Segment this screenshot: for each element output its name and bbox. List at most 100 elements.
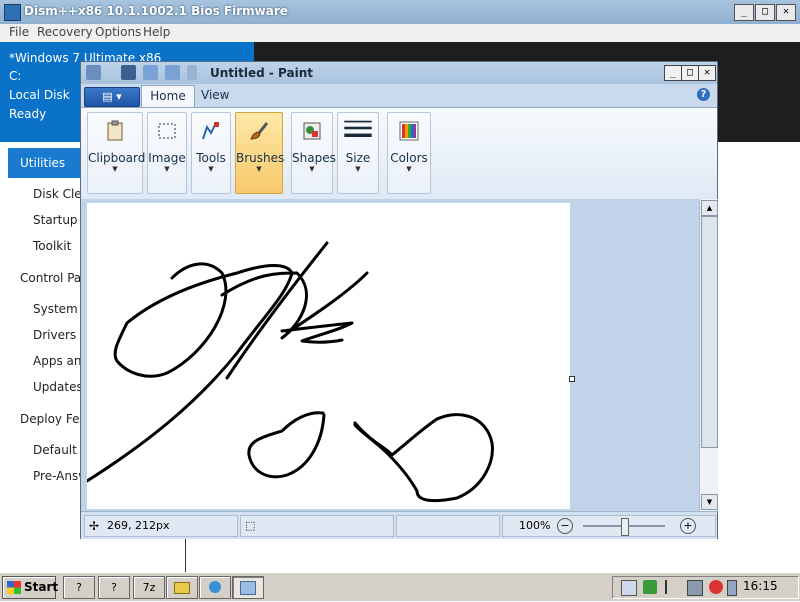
clipboard-button[interactable]: Clipboard ▼ <box>87 112 146 194</box>
paint-minimize-button[interactable]: _ <box>664 65 682 81</box>
ribbon-tab-strip: ▤ ▾ Home View ? <box>81 84 717 108</box>
task-help-1[interactable]: ? <box>63 576 95 599</box>
paint-close-button[interactable]: ✕ <box>698 65 716 81</box>
paint-app-icon[interactable] <box>86 65 101 80</box>
shapes-label: Shapes <box>292 151 336 165</box>
paint-status-bar: ✢ 269, 212px ⬚ 100% − + <box>81 511 717 539</box>
tray-security-icon[interactable] <box>643 580 657 594</box>
freehand-stroke <box>285 271 369 335</box>
chevron-down-icon: ▼ <box>112 165 118 173</box>
tab-view[interactable]: View <box>201 88 229 102</box>
brushes-button[interactable]: Brushes ▼ <box>235 112 285 194</box>
crosshair-icon: ✢ <box>89 519 100 533</box>
system-tray: 16:15 <box>612 576 799 599</box>
clock[interactable]: 16:15 <box>743 579 778 593</box>
paint-icon <box>240 581 256 595</box>
paint-window: Untitled - Paint _ □ ✕ ▤ ▾ Home View ? C… <box>80 61 718 539</box>
freehand-stroke <box>353 413 494 503</box>
tray-volume-muted-icon[interactable] <box>709 580 723 594</box>
vertical-scrollbar[interactable]: ▲ ▼ <box>699 199 718 511</box>
task-dism[interactable] <box>199 576 231 599</box>
undo-icon[interactable] <box>143 65 158 80</box>
image-button[interactable]: Image ▼ <box>147 112 187 194</box>
session-status: Ready <box>9 107 47 121</box>
sidebar-item-startup[interactable]: Startup <box>33 213 78 227</box>
selection-icon: ⬚ <box>245 519 256 532</box>
task-explorer[interactable] <box>166 576 198 599</box>
ribbon-home: Clipboard ▼ Image ▼ Tools ▼ Brushes ▼ Sh… <box>81 107 717 201</box>
chevron-down-icon: ▼ <box>355 165 361 173</box>
menu-options[interactable]: Options <box>95 25 141 39</box>
menu-recovery[interactable]: Recovery <box>37 25 93 39</box>
size-label: Size <box>345 151 371 165</box>
freehand-stroke <box>225 241 329 380</box>
dism-app-icon <box>4 4 21 21</box>
help-icon[interactable]: ? <box>697 88 710 101</box>
tray-document-icon[interactable] <box>621 580 637 596</box>
clipboard-icon <box>107 120 123 141</box>
start-button[interactable]: Start <box>2 576 58 599</box>
paint-maximize-button[interactable]: □ <box>681 65 699 81</box>
zoom-panel: 100% − + <box>502 515 716 537</box>
sidebar-item-drivers[interactable]: Drivers <box>33 328 76 342</box>
zoom-slider[interactable] <box>583 518 665 536</box>
colors-label: Colors <box>390 151 428 165</box>
redo-icon[interactable] <box>165 65 180 80</box>
cursor-position: 269, 212px <box>107 519 170 532</box>
zoom-in-icon[interactable]: + <box>680 518 696 534</box>
menu-help[interactable]: Help <box>143 25 170 39</box>
task-paint[interactable] <box>232 576 264 599</box>
brushes-label: Brushes <box>236 151 285 165</box>
close-button[interactable]: ✕ <box>776 4 796 21</box>
folder-icon <box>174 582 190 594</box>
paint-menu-button[interactable]: ▤ ▾ <box>84 87 140 107</box>
zoom-out-icon[interactable]: − <box>557 518 573 534</box>
minimize-button[interactable]: _ <box>734 4 754 21</box>
task-7zip[interactable]: 7z <box>133 576 165 599</box>
cursor-position-panel: ✢ 269, 212px <box>84 515 238 537</box>
customize-quick-access-icon[interactable] <box>187 65 197 80</box>
colors-button[interactable]: Colors ▼ <box>387 112 431 194</box>
windows-flag-icon <box>7 581 21 594</box>
tray-network-icon[interactable] <box>687 580 703 596</box>
canvas-resize-handle[interactable] <box>569 376 575 382</box>
sidebar-item-updates[interactable]: Updates <box>33 380 83 394</box>
size-button[interactable]: Size ▼ <box>337 112 379 194</box>
shapes-button[interactable]: Shapes ▼ <box>291 112 336 194</box>
menu-file[interactable]: File <box>9 25 29 39</box>
session-drive: C: <box>9 69 22 83</box>
chevron-down-icon: ▼ <box>309 165 315 173</box>
scroll-up-icon[interactable]: ▲ <box>701 200 718 216</box>
scroll-down-icon[interactable]: ▼ <box>701 494 718 510</box>
shapes-icon <box>303 122 321 140</box>
freehand-stroke <box>280 321 354 344</box>
tray-device-icon[interactable] <box>727 580 737 596</box>
session-disk: Local Disk <box>9 88 70 102</box>
save-icon[interactable] <box>121 65 136 80</box>
tools-button[interactable]: Tools ▼ <box>191 112 231 194</box>
image-label: Image <box>148 151 186 165</box>
scroll-thumb[interactable] <box>701 216 718 448</box>
select-icon <box>158 123 176 139</box>
paint-title-bar[interactable]: Untitled - Paint _ □ ✕ <box>81 62 717 84</box>
taskbar: Start ? ? 7z 16:15 <box>0 572 800 601</box>
task-help-2[interactable]: ? <box>98 576 130 599</box>
colors-icon <box>399 121 419 141</box>
drawing-strokes <box>85 241 494 503</box>
tab-home[interactable]: Home <box>141 85 195 108</box>
maximize-button[interactable]: □ <box>755 4 775 21</box>
dism-title-bar[interactable]: Dism++x86 10.1.1002.1 Bios Firmware _ □ … <box>0 0 800 24</box>
tray-flag-icon[interactable] <box>665 580 681 594</box>
sidebar-item-control-panel[interactable]: Control Par <box>20 271 86 285</box>
drawing-canvas[interactable] <box>85 203 570 509</box>
freehand-stroke <box>247 411 326 479</box>
tools-label: Tools <box>196 151 226 165</box>
zoom-slider-thumb[interactable] <box>621 518 629 536</box>
canvas-area <box>81 199 699 511</box>
clipboard-label: Clipboard <box>88 151 146 165</box>
selection-size-panel: ⬚ <box>240 515 394 537</box>
pencil-icon <box>202 122 219 140</box>
chevron-down-icon: ▼ <box>406 165 412 173</box>
sidebar-item-toolkit[interactable]: Toolkit <box>33 239 71 253</box>
chevron-down-icon: ▼ <box>164 165 170 173</box>
